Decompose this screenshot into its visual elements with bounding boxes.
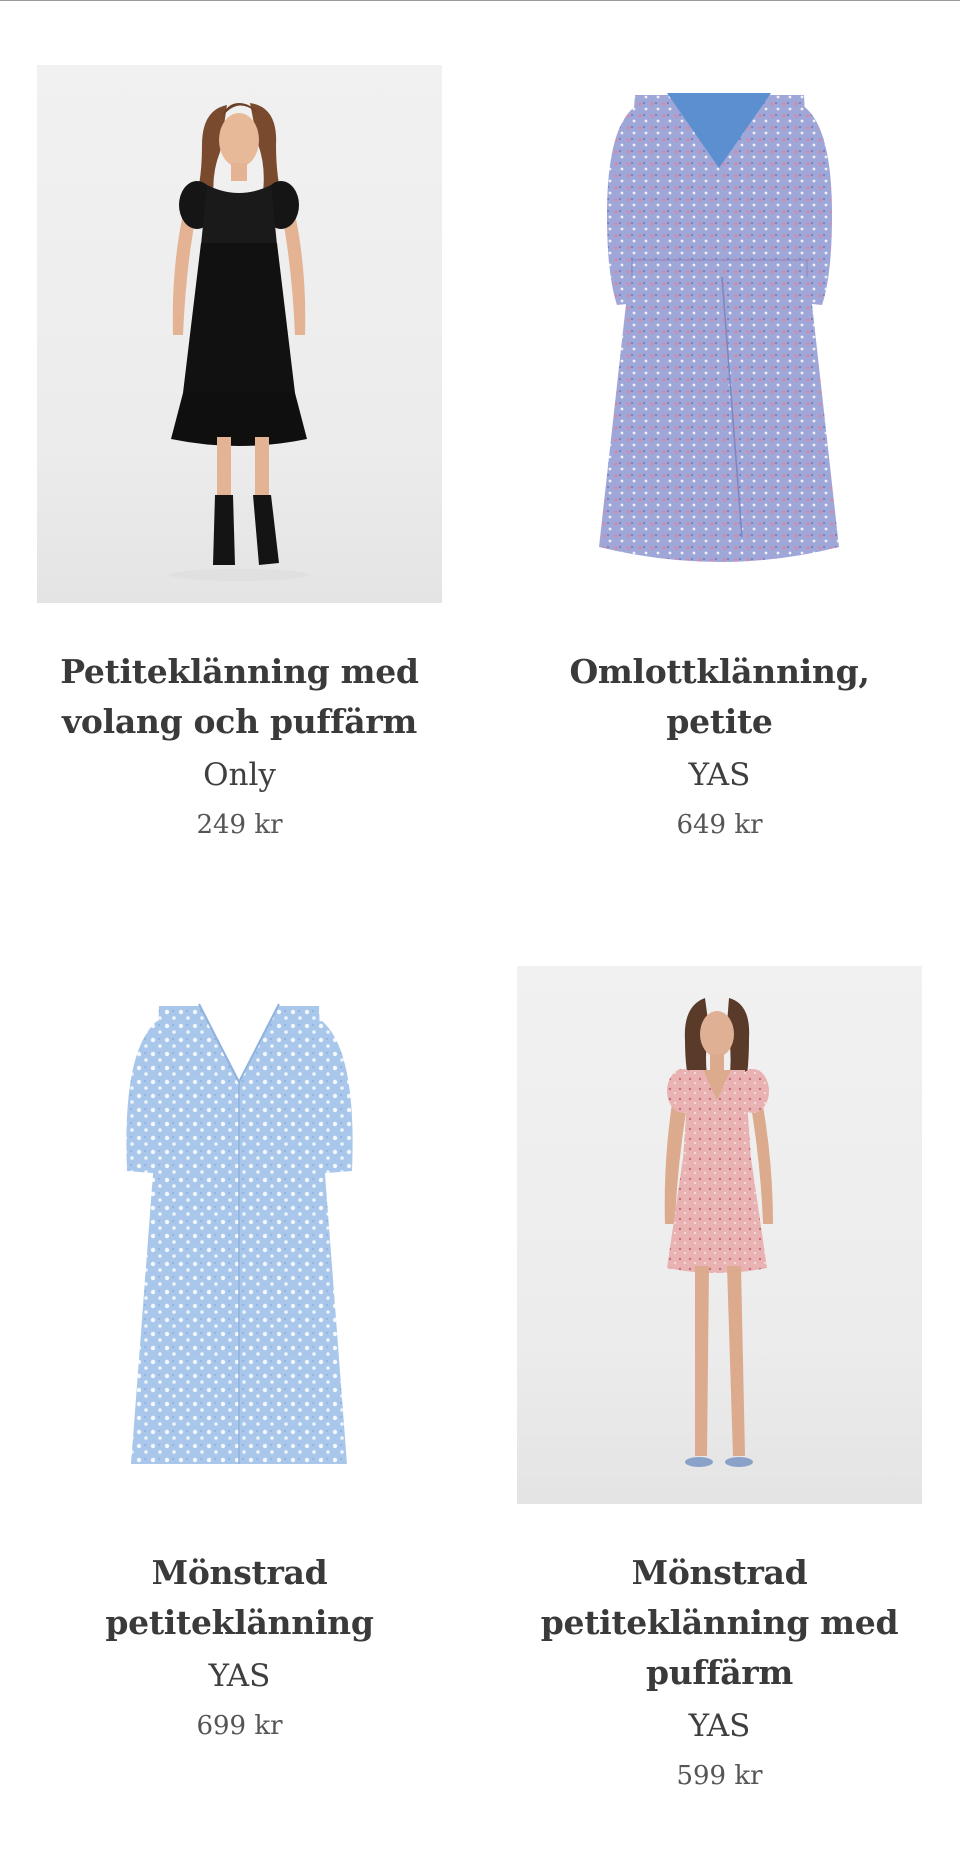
product-price: 699 kr [196, 1711, 283, 1741]
product-card[interactable]: Mönstrad petiteklänning YAS 699 kr [37, 966, 442, 1746]
product-card[interactable]: Mönstrad petiteklänning med puffärm YAS … [517, 966, 922, 1796]
product-price: 649 kr [676, 810, 763, 840]
product-card[interactable]: Petiteklänning med volang och puffärm On… [37, 65, 442, 845]
product-brand: YAS [208, 1658, 271, 1694]
product-title[interactable]: Mönstrad petiteklänning med puffärm [517, 1548, 922, 1698]
product-image[interactable] [37, 65, 442, 603]
product-image[interactable] [37, 966, 442, 1504]
light-blue-floral-dress-icon [126, 1003, 353, 1464]
product-brand: YAS [688, 1708, 751, 1744]
product-price: 599 kr [676, 1761, 763, 1791]
product-price: 249 kr [196, 810, 283, 840]
black-dress-model-icon [169, 103, 309, 581]
product-image[interactable] [517, 65, 922, 603]
product-title[interactable]: Omlottklänning, petite [517, 647, 922, 747]
product-title[interactable]: Petiteklänning med volang och puffärm [37, 647, 442, 747]
top-divider [0, 0, 960, 1]
floral-wrap-dress-icon [599, 93, 839, 562]
product-card[interactable]: Omlottklänning, petite YAS 649 kr [517, 65, 922, 845]
product-title[interactable]: Mönstrad petiteklänning [37, 1548, 442, 1648]
product-brand: YAS [688, 757, 751, 793]
product-image[interactable] [517, 966, 922, 1504]
product-brand: Only [203, 757, 276, 793]
pink-floral-dress-model-icon [664, 998, 773, 1467]
